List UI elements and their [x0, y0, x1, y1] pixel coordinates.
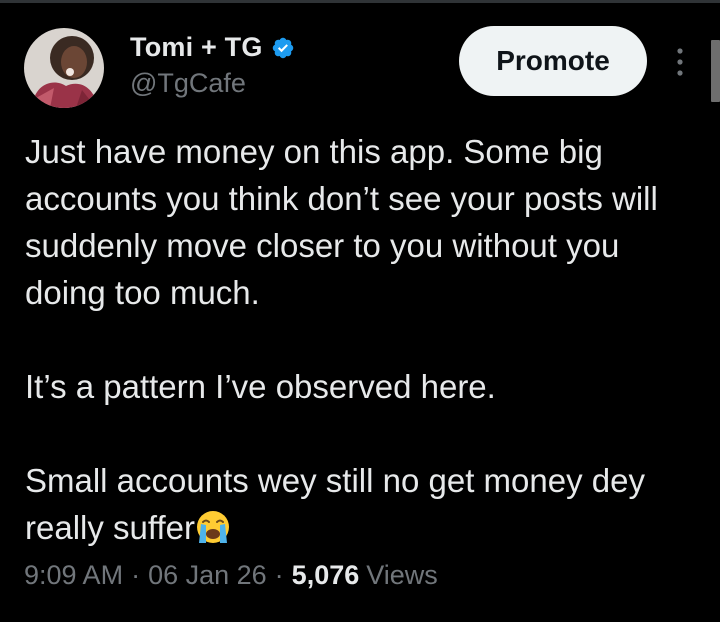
top-divider: [0, 0, 720, 3]
separator-dot: ·: [274, 560, 284, 590]
avatar[interactable]: [24, 28, 104, 108]
tweet-paragraph: It’s a pattern I’ve observed here.: [25, 368, 496, 405]
separator-dot: ·: [131, 560, 141, 590]
tweet-paragraph-last: Small accounts wey still no get money de…: [25, 457, 705, 551]
avatar-photo: [24, 28, 104, 108]
tweet-meta: 9:09 AM · 06 Jan 26 · 5,076 Views: [24, 560, 438, 591]
scrollbar[interactable]: [711, 40, 720, 102]
author-handle[interactable]: @TgCafe: [130, 68, 246, 99]
tweet-paragraph: Just have money on this app. Some big ac…: [25, 133, 658, 311]
tweet-time[interactable]: 9:09 AM: [24, 560, 123, 591]
tweet-date[interactable]: 06 Jan 26: [148, 560, 267, 591]
author-name-row[interactable]: Tomi + TG: [130, 32, 295, 63]
views-count[interactable]: 5,076: [292, 560, 360, 591]
views-label: Views: [366, 560, 438, 590]
verified-badge-icon[interactable]: [271, 36, 295, 60]
tweet-body: Just have money on this app. Some big ac…: [25, 128, 705, 551]
crying-face-emoji-icon: [195, 509, 231, 545]
tweet-paragraph-text: Small accounts wey still no get money de…: [25, 462, 645, 546]
author-display-name[interactable]: Tomi + TG: [130, 32, 263, 63]
promote-button[interactable]: Promote: [459, 26, 647, 96]
more-options-icon[interactable]: [668, 44, 692, 80]
